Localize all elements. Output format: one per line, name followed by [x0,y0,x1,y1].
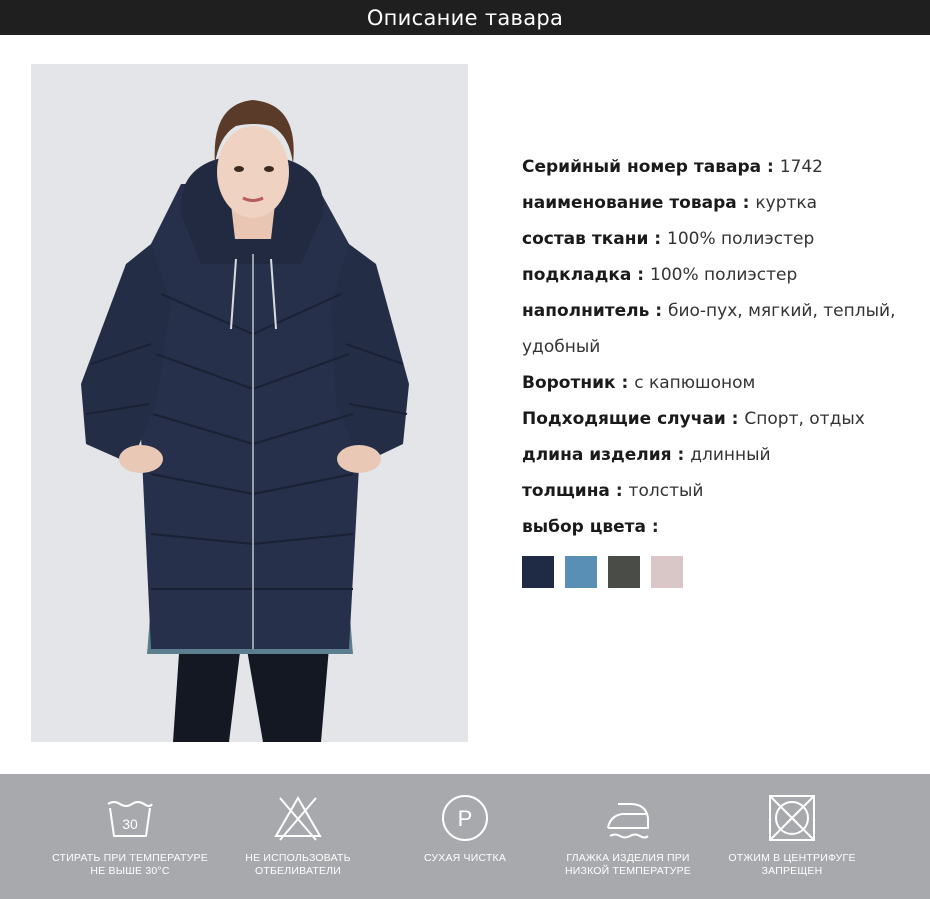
wash-30-icon: 30 [107,801,153,837]
page-header: Описание тавара [0,0,930,35]
color-swatch-blue[interactable] [565,556,597,588]
care-item-no-tumble: ОТЖИМ В ЦЕНТРИФУГЕ ЗАПРЕЩЕН [697,774,887,899]
dry-clean-letter: P [458,806,473,831]
wash-temperature: 30 [122,816,138,832]
care-item-no-bleach: НЕ ИСПОЛЬЗОВАТЬ ОТБЕЛИВАТЕЛИ [203,774,393,899]
spec-fabric: состав ткани : 100% полиэстер [522,229,815,249]
care-label-wash: СТИРАТЬ ПРИ ТЕМПЕРАТУРЕ НЕ ВЫШЕ 30°С [52,852,208,877]
spec-filler: наполнитель : био-пух, мягкий, теплый, у… [522,301,896,357]
spec-product-name: наименование товара : куртка [522,193,818,213]
dry-clean-icon: P [442,795,488,841]
spec-occasion: Подходящие случаи : Спорт, отдых [522,409,865,429]
color-swatch-pink[interactable] [651,556,683,588]
spec-thickness: толщина : толстый [522,481,704,501]
care-item-dry-clean: P СУХАЯ ЧИСТКА [370,774,560,899]
care-label-dry-clean: СУХАЯ ЧИСТКА [423,852,507,864]
color-swatch-dark-gray[interactable] [608,556,640,588]
page-title: Описание тавара [366,5,564,30]
spec-length: длина изделия : длинный [522,445,771,465]
care-instructions-bar: 30 СТИРАТЬ ПРИ ТЕМПЕРАТУРЕ НЕ ВЫШЕ 30°С Н… [0,774,930,899]
care-label-no-tumble: ОТЖИМ В ЦЕНТРИФУГЕ ЗАПРЕЩЕН [728,852,856,877]
color-swatch-navy[interactable] [522,556,554,588]
product-photo [31,64,468,742]
no-bleach-icon [274,796,322,841]
care-label-iron: ГЛАЖКА ИЗДЕЛИЯ ПРИ НИЗКОЙ ТЕМПЕРАТУРЕ [565,852,691,877]
spec-collar: Воротник : с капюшоном [522,373,756,393]
spec-lining: подкладка : 100% полиэстер [522,265,798,285]
model-in-jacket-image [31,64,468,742]
spec-serial-number: Серийный номер тавара : 1742 [522,157,823,177]
spec-color-choice: выбор цвета : [522,517,659,537]
iron-low-icon [607,803,649,839]
color-swatches [522,556,683,588]
no-tumble-dry-icon [769,795,815,841]
care-item-iron: ГЛАЖКА ИЗДЕЛИЯ ПРИ НИЗКОЙ ТЕМПЕРАТУРЕ [533,774,723,899]
care-item-wash: 30 СТИРАТЬ ПРИ ТЕМПЕРАТУРЕ НЕ ВЫШЕ 30°С [35,774,225,899]
care-label-no-bleach: НЕ ИСПОЛЬЗОВАТЬ ОТБЕЛИВАТЕЛИ [245,852,351,877]
product-specs: Серийный номер тавара : 1742 наименовани… [522,149,912,545]
